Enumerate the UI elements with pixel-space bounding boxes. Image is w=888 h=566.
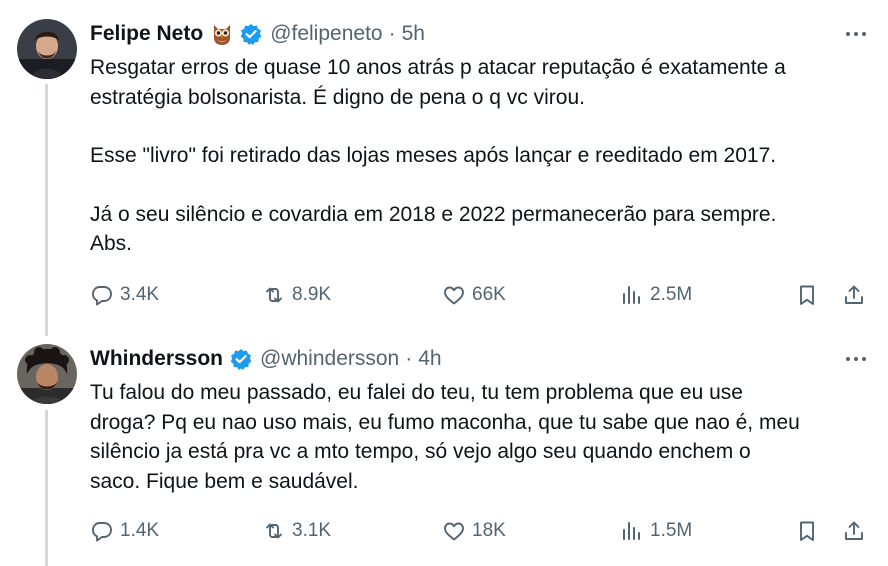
handle[interactable]: @felipeneto [270,22,382,46]
tweet-actions: 3.4K 8.9K 66K 2.5M [90,280,870,310]
like-count: 66K [472,284,506,305]
tweet-whindersson[interactable]: Whindersson @whindersson · 4h Tu falou d… [0,330,888,566]
timestamp[interactable]: 4h [418,347,441,371]
share-button[interactable] [842,516,866,546]
like-button[interactable]: 66K [442,280,506,310]
tweet-text-line: Tu falou do meu passado, eu falei do teu… [90,381,743,404]
tweet-text: Resgatar erros de quase 10 anos atrás p … [90,53,870,259]
share-icon [845,285,863,304]
handle[interactable]: @whindersson [260,347,399,371]
views-icon [623,522,640,540]
avatar[interactable] [17,19,77,79]
retweet-icon [266,287,282,303]
avatar[interactable] [17,344,77,404]
more-icon[interactable] [846,19,866,49]
views-icon [623,286,640,304]
like-button[interactable]: 18K [442,516,506,546]
tweet-text-line: silêncio ja está pra vc a mto tempo, só … [90,440,751,463]
retweet-icon [266,523,282,539]
views-count: 2.5M [650,284,693,305]
tweet-text-line: saco. Fique bem e saudável. [90,469,359,493]
share-button[interactable] [842,280,866,310]
reply-count: 3.4K [120,284,160,305]
tweet-text-line: droga? Pq eu nao uso mais, eu fumo macon… [90,410,800,434]
views-count: 1.5M [650,520,693,541]
tweet-felipe-neto[interactable]: Felipe Neto @felipeneto · 5h Resgatar er… [0,0,888,336]
thread-line [45,410,48,566]
tweet-text-line: Abs. [90,232,133,255]
share-icon [845,521,863,540]
retweet-count: 3.1K [292,520,332,541]
tweet-text-line: Resgatar erros de quase 10 anos atrás p … [90,56,786,79]
tweet-header: Felipe Neto @felipeneto · 5h [90,19,425,49]
tweet-text-line: Esse "livro" foi retirado das lojas mese… [90,144,777,167]
like-count: 18K [472,520,506,541]
verified-badge-icon [230,348,252,370]
display-name[interactable]: Felipe Neto [90,22,203,46]
reply-button[interactable]: 3.4K [90,280,159,310]
separator-dot: · [405,347,413,370]
verified-badge-icon [240,23,262,45]
owl-emoji-icon [211,22,233,46]
tweet-text-line: estratégia bolsonarista. É digno de pena… [90,85,585,109]
bookmark-icon [800,285,814,305]
like-icon [444,286,464,305]
reply-icon [92,286,112,306]
tweet-text: Tu falou do meu passado, eu falei do teu… [90,378,870,496]
thread-line [45,84,48,336]
reply-icon [92,522,112,542]
tweet-header: Whindersson @whindersson · 4h [90,344,442,374]
reply-button[interactable]: 1.4K [90,516,159,546]
retweet-count: 8.9K [292,284,332,305]
display-name[interactable]: Whindersson [90,347,223,371]
tweet-actions: 1.4K 3.1K 18K 1.5M [90,516,870,546]
timestamp[interactable]: 5h [402,22,425,46]
views-button[interactable]: 2.5M [620,280,692,310]
bookmark-icon [800,521,814,541]
bookmark-button[interactable] [795,280,819,310]
bookmark-button[interactable] [795,516,819,546]
separator-dot: · [388,22,396,45]
views-button[interactable]: 1.5M [620,516,692,546]
reply-count: 1.4K [120,520,160,541]
tweet-text-line: Já o seu silêncio e covardia em 2018 e 2… [90,202,777,226]
retweet-button[interactable]: 8.9K [262,280,331,310]
more-icon[interactable] [846,344,866,374]
retweet-button[interactable]: 3.1K [262,516,331,546]
like-icon [444,522,464,541]
